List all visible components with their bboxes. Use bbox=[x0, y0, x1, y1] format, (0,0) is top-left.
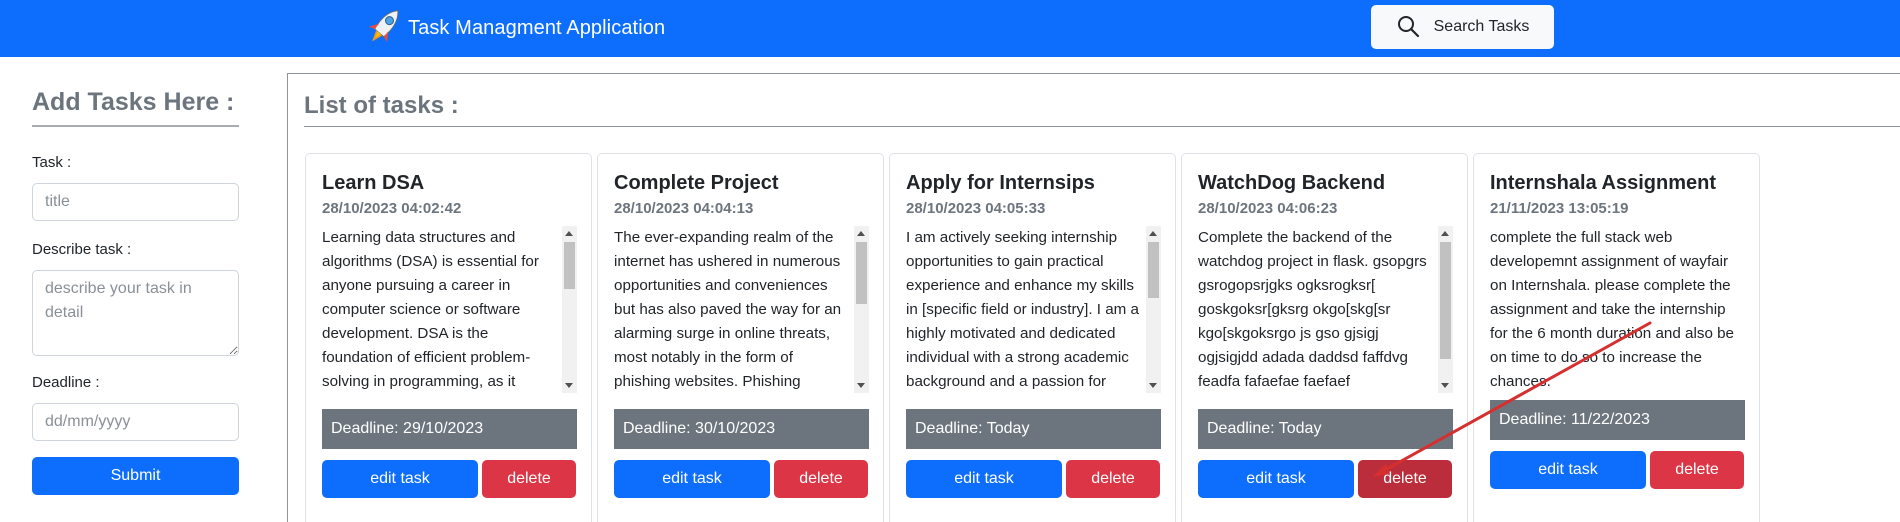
scrollbar-thumb[interactable] bbox=[1440, 242, 1451, 359]
task-description: The ever-expanding realm of the internet… bbox=[614, 229, 842, 390]
delete-task-button[interactable]: delete bbox=[1358, 460, 1452, 498]
delete-task-button[interactable]: delete bbox=[1650, 451, 1744, 489]
task-list-panel: List of tasks : Learn DSA 28/10/2023 04:… bbox=[287, 73, 1900, 522]
search-tasks-button[interactable]: Search Tasks bbox=[1371, 5, 1554, 49]
edit-task-button[interactable]: edit task bbox=[614, 460, 770, 498]
task-card: Learn DSA 28/10/2023 04:02:42 Learning d… bbox=[305, 153, 592, 522]
task-title: WatchDog Backend bbox=[1198, 172, 1386, 194]
navbar: Task Managment Application Search Tasks bbox=[0, 0, 1900, 57]
task-description-box[interactable]: I am actively seeking internship opportu… bbox=[906, 226, 1161, 393]
task-description: I am actively seeking internship opportu… bbox=[906, 229, 1139, 390]
task-description-box[interactable]: Learning data structures and algorithms … bbox=[322, 226, 577, 393]
task-date: 28/10/2023 04:02:42 bbox=[322, 200, 462, 217]
task-description: complete the full stack web developemnt … bbox=[1490, 229, 1735, 386]
task-card: Internshala Assignment 21/11/2023 13:05:… bbox=[1473, 153, 1760, 522]
task-deadline: Deadline: Today bbox=[906, 409, 1161, 449]
task-title: Internshala Assignment bbox=[1490, 172, 1716, 194]
description-scrollbar[interactable] bbox=[1438, 226, 1453, 393]
description-scrollbar[interactable] bbox=[562, 226, 577, 393]
task-card: WatchDog Backend 28/10/2023 04:06:23 Com… bbox=[1181, 153, 1468, 522]
form-heading: Add Tasks Here : bbox=[32, 88, 239, 127]
description-scrollbar[interactable] bbox=[854, 226, 869, 393]
delete-task-button[interactable]: delete bbox=[482, 460, 576, 498]
task-deadline: Deadline: 29/10/2023 bbox=[322, 409, 577, 449]
scroll-up-icon[interactable] bbox=[1441, 231, 1449, 236]
scroll-down-icon[interactable] bbox=[1149, 383, 1157, 388]
scrollbar-thumb[interactable] bbox=[856, 242, 867, 304]
edit-task-button[interactable]: edit task bbox=[1198, 460, 1354, 498]
task-list-heading: List of tasks : bbox=[304, 92, 459, 119]
task-date: 28/10/2023 04:05:33 bbox=[906, 200, 1046, 217]
task-description-box: complete the full stack web developemnt … bbox=[1490, 226, 1745, 386]
edit-task-button[interactable]: edit task bbox=[322, 460, 478, 498]
task-card: Complete Project 28/10/2023 04:04:13 The… bbox=[597, 153, 884, 522]
add-task-form: Add Tasks Here : Task : Describe task : … bbox=[32, 88, 239, 495]
task-description: Learning data structures and algorithms … bbox=[322, 229, 539, 390]
task-date: 28/10/2023 04:04:13 bbox=[614, 200, 754, 217]
edit-task-button[interactable]: edit task bbox=[1490, 451, 1646, 489]
task-title: Apply for Internsips bbox=[906, 172, 1095, 194]
task-title: Learn DSA bbox=[322, 172, 425, 194]
task-deadline: Deadline: 11/22/2023 bbox=[1490, 400, 1745, 440]
task-description: Complete the backend of the watchdog pro… bbox=[1198, 229, 1427, 390]
scroll-up-icon[interactable] bbox=[1149, 231, 1157, 236]
description-scrollbar[interactable] bbox=[1146, 226, 1161, 393]
task-title-input[interactable] bbox=[32, 183, 239, 221]
brand[interactable]: Task Managment Application bbox=[366, 4, 665, 52]
task-description-input[interactable] bbox=[32, 270, 239, 356]
task-date: 28/10/2023 04:06:23 bbox=[1198, 200, 1338, 217]
scroll-up-icon[interactable] bbox=[857, 231, 865, 236]
submit-button[interactable]: Submit bbox=[32, 457, 239, 495]
edit-task-button[interactable]: edit task bbox=[906, 460, 1062, 498]
scrollbar-thumb[interactable] bbox=[564, 242, 575, 289]
deadline-label: Deadline : bbox=[32, 374, 100, 391]
scroll-down-icon[interactable] bbox=[857, 383, 865, 388]
rocket-icon bbox=[366, 4, 404, 53]
deadline-input[interactable] bbox=[32, 403, 239, 441]
task-deadline: Deadline: Today bbox=[1198, 409, 1453, 449]
delete-task-button[interactable]: delete bbox=[774, 460, 868, 498]
description-label: Describe task : bbox=[32, 241, 132, 258]
app-title[interactable]: Task Managment Application bbox=[408, 17, 665, 40]
task-description-box[interactable]: The ever-expanding realm of the internet… bbox=[614, 226, 869, 393]
search-tasks-label: Search Tasks bbox=[1433, 18, 1530, 35]
task-description-box[interactable]: Complete the backend of the watchdog pro… bbox=[1198, 226, 1453, 393]
task-label: Task : bbox=[32, 154, 72, 171]
scrollbar-thumb[interactable] bbox=[1148, 242, 1159, 298]
search-icon bbox=[1396, 14, 1420, 41]
task-deadline: Deadline: 30/10/2023 bbox=[614, 409, 869, 449]
task-card: Apply for Internsips 28/10/2023 04:05:33… bbox=[889, 153, 1176, 522]
scroll-down-icon[interactable] bbox=[1441, 383, 1449, 388]
scroll-up-icon[interactable] bbox=[565, 231, 573, 236]
task-title: Complete Project bbox=[614, 172, 779, 194]
scroll-down-icon[interactable] bbox=[565, 383, 573, 388]
task-date: 21/11/2023 13:05:19 bbox=[1490, 200, 1629, 217]
delete-task-button[interactable]: delete bbox=[1066, 460, 1160, 498]
divider bbox=[304, 126, 1900, 127]
